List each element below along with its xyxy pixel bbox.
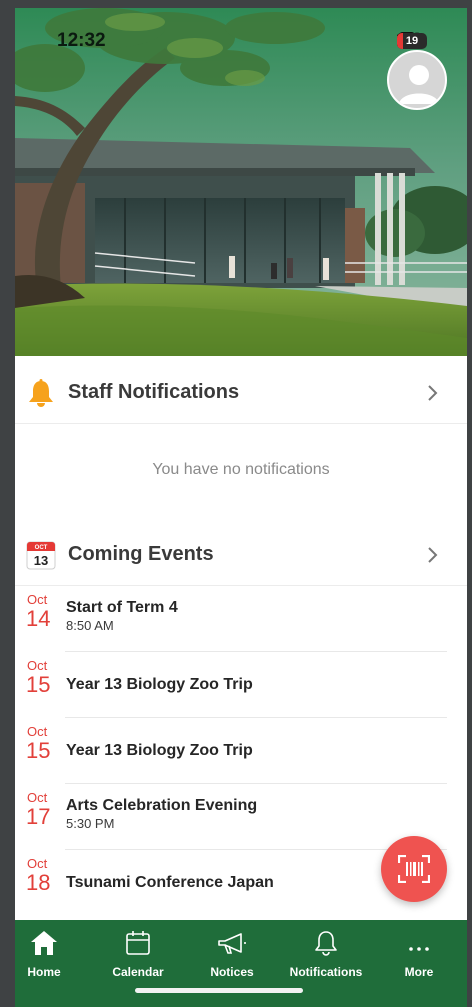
tab-calendar[interactable]: Calendar [106,920,170,990]
event-name: Year 13 Biology Zoo Trip [66,742,253,759]
event-time: 5:30 PM [66,816,115,831]
no-notifications-message: You have no notifications [152,461,330,478]
bell-icon [29,378,53,407]
event-day: 15 [26,672,51,697]
event-day: 18 [26,870,51,895]
scan-barcode-button[interactable] [381,836,447,902]
staff-notifications-title: Staff Notifications [68,381,240,403]
app-screen: 12:32 19 Staff Notifications You have no… [15,8,467,1007]
battery-percentage: 19 [405,35,419,47]
tab-notices[interactable]: Notices [205,920,259,990]
event-item[interactable]: Oct 15 Year 13 Biology Zoo Trip [15,652,467,718]
calendar-icon-day: 13 [34,553,48,568]
person-icon [399,65,439,104]
status-time: 12:32 [57,30,106,51]
coming-events-title: Coming Events [68,543,214,565]
hero-image: 12:32 19 [15,8,467,356]
event-name: Tsunami Conference Japan [66,874,274,891]
tab-label: Notifications [289,965,363,979]
event-month: Oct [27,724,48,739]
tab-notifications[interactable]: Notifications [285,920,367,990]
event-day: 17 [26,804,51,829]
event-item[interactable]: Oct 15 Year 13 Biology Zoo Trip [15,718,467,784]
tab-label: More [404,965,434,979]
battery-icon: 19 [397,33,427,49]
event-item[interactable]: Oct 14 Start of Term 4 8:50 AM [15,586,467,652]
bottom-tab-bar: Home Calendar Notices Notifications More [15,920,467,1007]
home-indicator[interactable] [135,988,303,993]
calendar-icon: OCT 13 [26,541,56,569]
event-time: 8:50 AM [66,618,114,633]
profile-avatar-button[interactable] [387,50,447,110]
chevron-right-icon [428,385,438,401]
event-month: Oct [27,592,48,607]
tab-label: Home [27,965,61,979]
tab-label: Notices [210,965,254,979]
bell-icon [315,931,337,956]
more-dots-icon [409,947,429,951]
calendar-icon-month: OCT [35,545,48,551]
event-name: Start of Term 4 [66,599,178,616]
battery-level-fill [397,33,403,49]
event-month: Oct [27,658,48,673]
barcode-scan-icon [398,855,430,883]
megaphone-icon [218,933,246,954]
event-name: Arts Celebration Evening [66,797,258,814]
event-month: Oct [27,790,48,805]
home-icon [31,931,57,955]
event-month: Oct [27,856,48,871]
tab-more[interactable]: More [401,920,437,990]
staff-notifications-header[interactable]: Staff Notifications [15,362,467,424]
tab-home[interactable]: Home [23,920,65,990]
status-icons: 19 [397,32,427,50]
event-name: Year 13 Biology Zoo Trip [66,676,253,693]
event-day: 15 [26,738,51,763]
phone-frame: 12:32 19 Staff Notifications You have no… [0,0,472,1007]
event-day: 14 [26,606,51,631]
coming-events-header[interactable]: OCT 13 Coming Events [15,524,467,586]
chevron-right-icon [428,547,438,563]
calendar-icon [126,931,150,955]
tab-label: Calendar [112,965,164,979]
